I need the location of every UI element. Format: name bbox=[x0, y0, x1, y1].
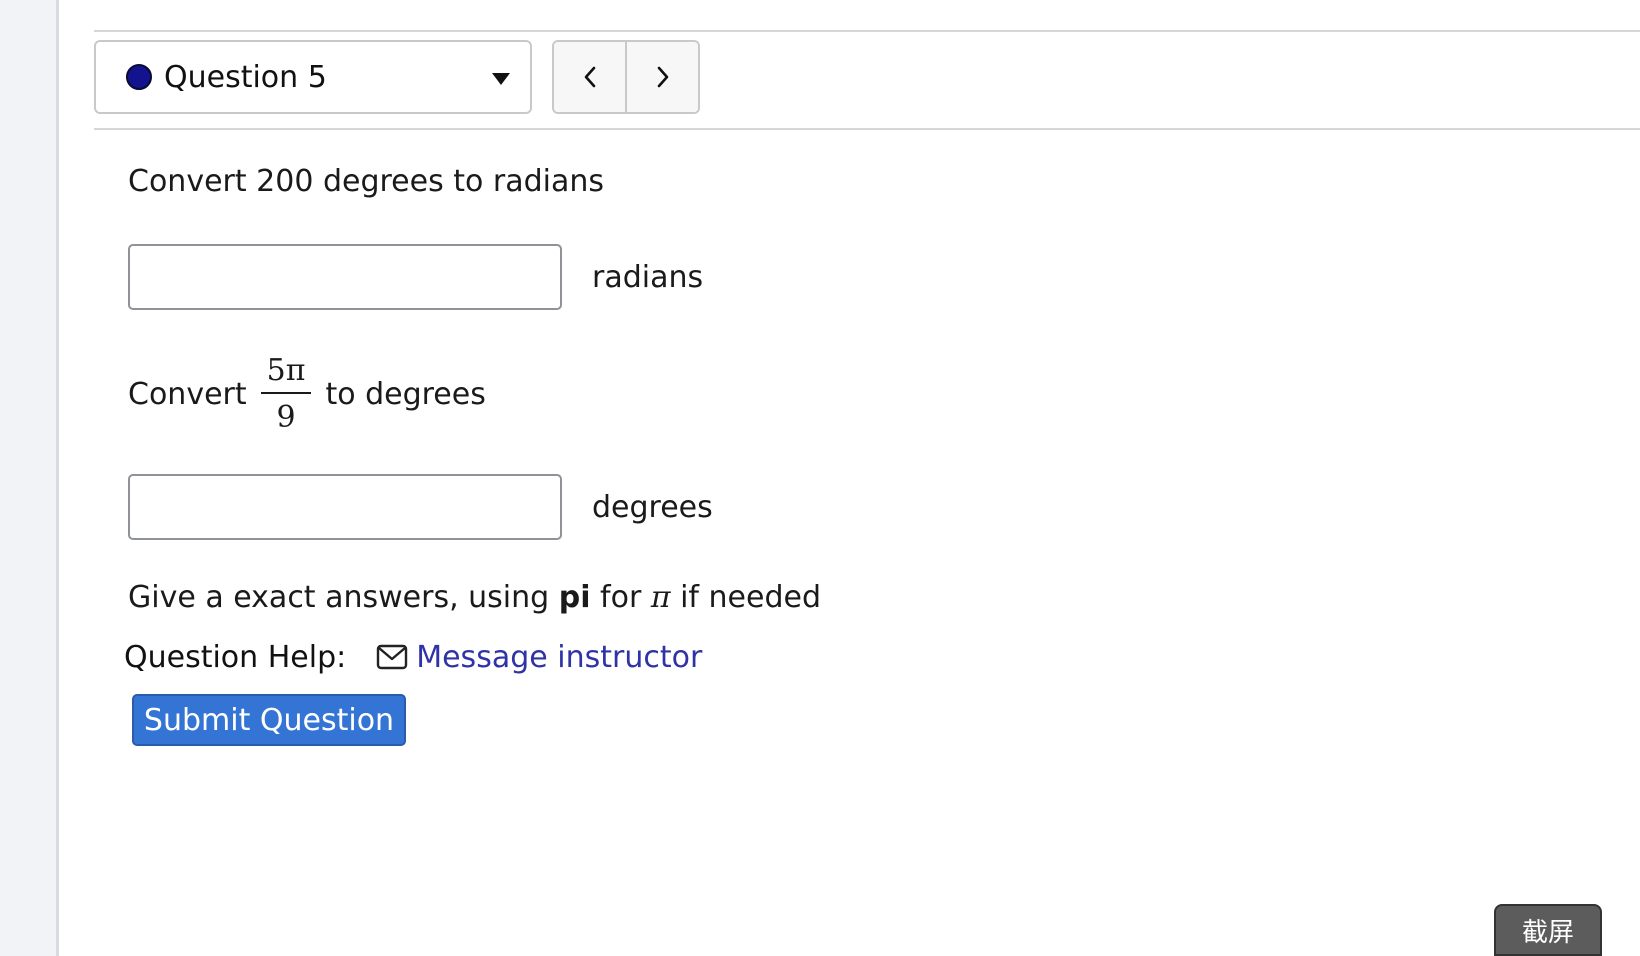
left-gutter bbox=[0, 0, 59, 956]
caret-down-icon bbox=[492, 73, 510, 85]
pi-symbol: π bbox=[650, 580, 671, 615]
page: Question 5 Convert 200 degrees to radian… bbox=[0, 0, 1640, 956]
previous-question-button[interactable] bbox=[554, 42, 625, 112]
part1-prompt: Convert 200 degrees to radians bbox=[128, 164, 605, 199]
question-nav-buttons bbox=[552, 40, 700, 114]
top-divider bbox=[94, 30, 1640, 32]
degrees-unit-label: degrees bbox=[592, 489, 713, 525]
part2-prompt: Convert 5π 9 to degrees bbox=[128, 348, 486, 440]
question-status-dot bbox=[126, 64, 152, 90]
mail-icon bbox=[377, 644, 408, 670]
part2-suffix: to degrees bbox=[325, 376, 486, 412]
chevron-right-icon bbox=[657, 66, 668, 88]
next-question-button[interactable] bbox=[625, 42, 698, 112]
degrees-answer-input[interactable] bbox=[128, 474, 562, 540]
instruction-suffix: if needed bbox=[670, 580, 822, 615]
part2-answer-row: degrees bbox=[128, 474, 713, 540]
instruction-middle: for bbox=[590, 580, 651, 615]
fraction: 5π 9 bbox=[260, 353, 312, 435]
fraction-numerator: 5π bbox=[260, 353, 312, 394]
question-select[interactable]: Question 5 bbox=[94, 40, 532, 114]
submit-question-button[interactable]: Submit Question bbox=[132, 694, 406, 746]
chevron-left-icon bbox=[584, 66, 595, 88]
instruction-prefix: Give a exact answers, using bbox=[128, 580, 559, 615]
question-select-label: Question 5 bbox=[164, 59, 327, 95]
part1-answer-row: radians bbox=[128, 244, 703, 310]
radians-unit-label: radians bbox=[592, 259, 704, 295]
message-instructor-link[interactable]: Message instructor bbox=[416, 640, 702, 675]
question-help: Question Help: Message instructor bbox=[124, 632, 702, 682]
instruction-bold-pi: pi bbox=[558, 580, 591, 615]
question-help-label: Question Help: bbox=[124, 639, 347, 675]
screenshot-button[interactable]: 截屏 bbox=[1494, 904, 1602, 956]
nav-divider bbox=[94, 128, 1640, 130]
fraction-denominator: 9 bbox=[276, 400, 296, 435]
answer-instruction: Give a exact answers, using pi for π if … bbox=[128, 580, 821, 615]
part2-prefix: Convert bbox=[128, 376, 247, 412]
radians-answer-input[interactable] bbox=[128, 244, 562, 310]
